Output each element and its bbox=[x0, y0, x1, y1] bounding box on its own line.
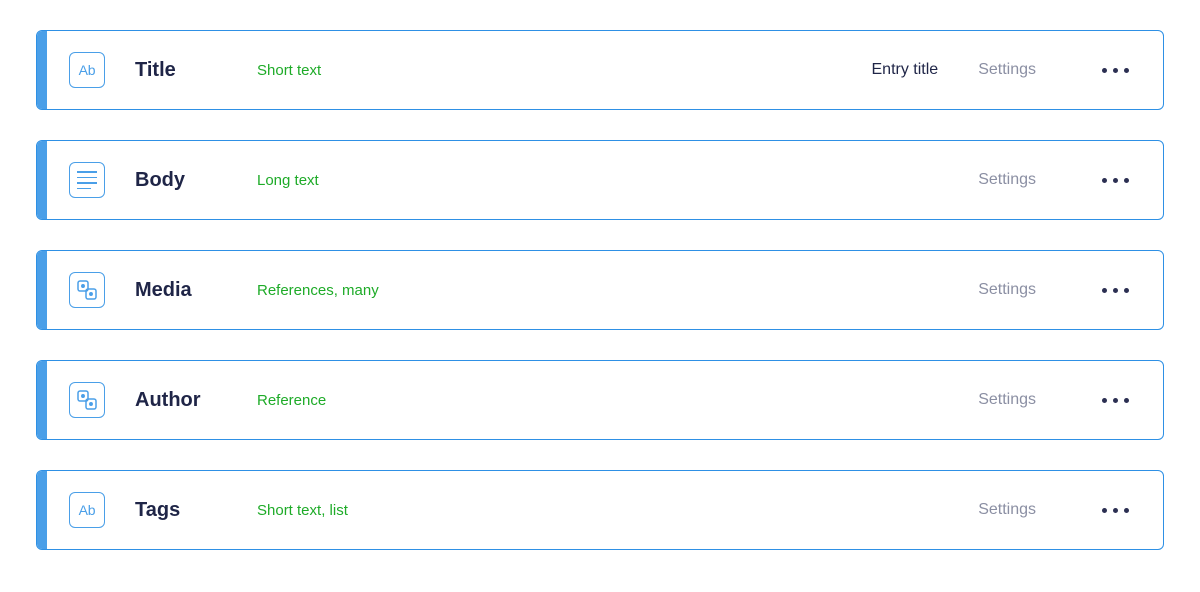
overflow-menu-button[interactable] bbox=[1096, 392, 1135, 409]
drag-handle[interactable] bbox=[37, 141, 47, 219]
settings-button[interactable]: Settings bbox=[978, 391, 1036, 409]
drag-handle[interactable] bbox=[37, 31, 47, 109]
field-content: Ab Title Short text Entry title Settings bbox=[47, 31, 1163, 109]
field-row[interactable]: Body Long text Settings bbox=[36, 140, 1164, 220]
settings-button[interactable]: Settings bbox=[978, 171, 1036, 189]
field-type: Reference bbox=[257, 392, 326, 409]
field-name: Tags bbox=[135, 499, 231, 522]
drag-handle[interactable] bbox=[37, 471, 47, 549]
field-type: Short text bbox=[257, 62, 321, 79]
field-content: Body Long text Settings bbox=[47, 141, 1163, 219]
settings-button[interactable]: Settings bbox=[978, 501, 1036, 519]
reference-icon bbox=[69, 382, 105, 418]
drag-handle[interactable] bbox=[37, 361, 47, 439]
entry-title-badge: Entry title bbox=[872, 61, 939, 79]
field-name: Media bbox=[135, 279, 231, 302]
reference-icon bbox=[69, 272, 105, 308]
field-type: Short text, list bbox=[257, 502, 348, 519]
field-type: References, many bbox=[257, 282, 379, 299]
overflow-menu-button[interactable] bbox=[1096, 282, 1135, 299]
overflow-menu-button[interactable] bbox=[1096, 172, 1135, 189]
settings-button[interactable]: Settings bbox=[978, 281, 1036, 299]
field-content: Author Reference Settings bbox=[47, 361, 1163, 439]
field-row[interactable]: Ab Tags Short text, list Settings bbox=[36, 470, 1164, 550]
settings-button[interactable]: Settings bbox=[978, 61, 1036, 79]
field-row[interactable]: Author Reference Settings bbox=[36, 360, 1164, 440]
field-type: Long text bbox=[257, 172, 319, 189]
field-content: Media References, many Settings bbox=[47, 251, 1163, 329]
overflow-menu-button[interactable] bbox=[1096, 62, 1135, 79]
field-row[interactable]: Media References, many Settings bbox=[36, 250, 1164, 330]
field-row[interactable]: Ab Title Short text Entry title Settings bbox=[36, 30, 1164, 110]
short-text-icon: Ab bbox=[69, 52, 105, 88]
drag-handle[interactable] bbox=[37, 251, 47, 329]
field-name: Title bbox=[135, 59, 231, 82]
long-text-icon bbox=[69, 162, 105, 198]
overflow-menu-button[interactable] bbox=[1096, 502, 1135, 519]
field-list: Ab Title Short text Entry title Settings… bbox=[36, 30, 1164, 550]
short-text-icon: Ab bbox=[69, 492, 105, 528]
field-content: Ab Tags Short text, list Settings bbox=[47, 471, 1163, 549]
field-name: Author bbox=[135, 389, 231, 412]
field-name: Body bbox=[135, 169, 231, 192]
